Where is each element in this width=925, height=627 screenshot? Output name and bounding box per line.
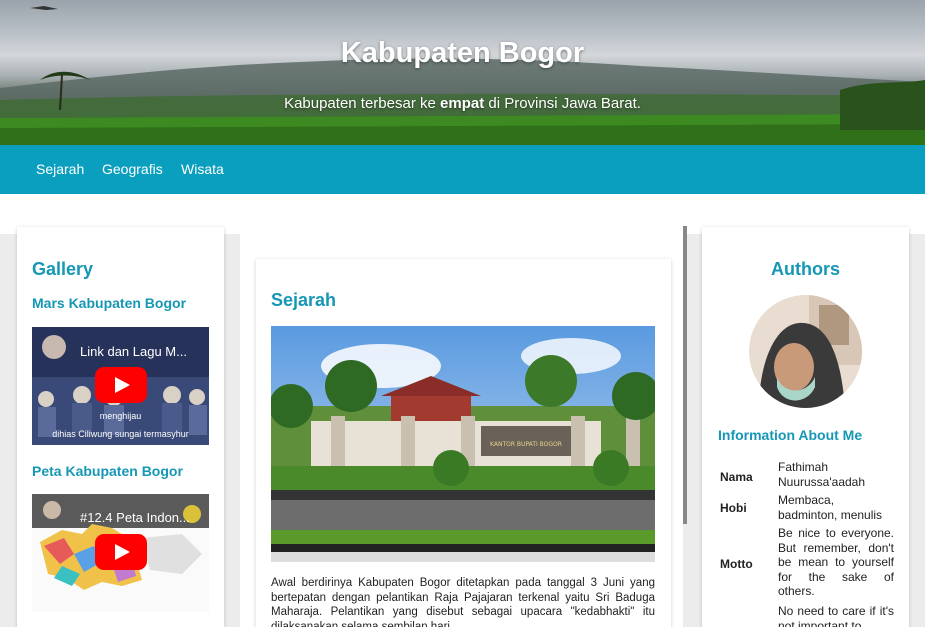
top-navbar: Sejarah Geografis Wisata	[0, 145, 925, 194]
info-title: Information About Me	[718, 427, 863, 443]
video-embed-peta[interactable]: #12.4 Peta Indon...	[32, 494, 209, 612]
video-embed-mars[interactable]: Link dan Lagu M... menghijau dihias Cili…	[32, 327, 209, 445]
video-heading-mars: Mars Kabupaten Bogor	[32, 295, 187, 311]
info-value: Fathimah Nuurussa'aadah	[778, 460, 866, 489]
main-scrollbar[interactable]	[683, 226, 687, 524]
hero-banner: Kabupaten Bogor Kabupaten terbesar ke em…	[0, 0, 925, 145]
youtube-play-icon[interactable]	[95, 534, 147, 570]
info-value: No need to care if it's not important to	[778, 604, 894, 627]
building-photo: KANTOR BUPATI BOGOR	[271, 326, 655, 562]
nav-link-sejarah[interactable]: Sejarah	[36, 161, 84, 177]
page-title: Kabupaten Bogor	[340, 37, 585, 69]
hero-landscape-image	[0, 6, 925, 145]
video-caption: dihias Ciliwung sungai termasyhur	[52, 429, 189, 439]
authors-title: Authors	[771, 259, 840, 279]
video-title: #12.4 Peta Indon...	[80, 510, 190, 525]
video-title: Link dan Lagu M...	[80, 344, 187, 359]
video-heading-peta: Peta Kabupaten Bogor	[32, 463, 183, 479]
avatar-photo	[749, 295, 862, 408]
page-subtitle: Kabupaten terbesar ke empat di Provinsi …	[284, 95, 641, 112]
author-avatar	[749, 295, 862, 408]
info-key: Motto	[720, 557, 753, 571]
sejarah-paragraph: Awal berdirinya Kabupaten Bogor ditetapk…	[271, 577, 655, 627]
video-caption: menghijau	[99, 411, 142, 421]
section-title: Sejarah	[271, 290, 337, 310]
info-key: Nama	[720, 470, 753, 484]
nav-link-geografis[interactable]: Geografis	[102, 161, 163, 177]
info-value: Be nice to everyone. But remember, don't…	[778, 526, 894, 598]
gallery-title: Gallery	[32, 259, 94, 279]
building-sign: KANTOR BUPATI BOGOR	[490, 441, 562, 448]
info-key: Hobi	[720, 501, 747, 515]
info-value: Membaca, badminton, menulis	[778, 493, 883, 522]
nav-link-wisata[interactable]: Wisata	[181, 161, 224, 177]
kantor-bupati-image: KANTOR BUPATI BOGOR	[271, 326, 655, 562]
youtube-play-icon[interactable]	[95, 367, 147, 403]
